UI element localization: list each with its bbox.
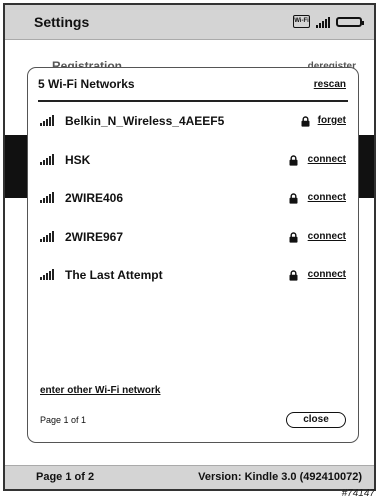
dialog-title: 5 Wi-Fi Networks (38, 77, 135, 91)
network-name[interactable]: HSK (65, 153, 90, 167)
network-row[interactable]: Belkin_N_Wireless_4AEEF5 forget (40, 112, 346, 132)
lock-icon (301, 116, 310, 127)
lock-icon (289, 270, 298, 281)
status-icons: Wi-Fi (293, 15, 364, 28)
title-bar: Settings Wi-Fi (5, 5, 374, 40)
dialog-divider (38, 100, 348, 102)
network-name[interactable]: The Last Attempt (65, 268, 163, 282)
network-name[interactable]: 2WIRE967 (65, 230, 123, 244)
dialog-page-info: Page 1 of 1 (40, 415, 87, 425)
footer-page-info: Page 1 of 2 (36, 471, 95, 483)
signal-icon (316, 16, 330, 28)
lock-icon (289, 193, 298, 204)
network-row[interactable]: The Last Attempt connect (40, 266, 346, 286)
footer-version: Version: Kindle 3.0 (492410072) (198, 471, 362, 483)
network-row[interactable]: 2WIRE406 connect (40, 189, 346, 209)
background-selection-left (5, 135, 29, 198)
network-row[interactable]: HSK connect (40, 151, 346, 171)
kindle-screen: Settings Wi-Fi Registration deregister 5… (3, 3, 376, 491)
signal-strength-icon (40, 231, 54, 242)
lock-icon (289, 155, 298, 166)
footer-bar: Page 1 of 2 Version: Kindle 3.0 (4924100… (5, 465, 374, 489)
enter-other-network-link[interactable]: enter other Wi-Fi network (40, 385, 160, 396)
connect-link[interactable]: connect (308, 154, 346, 165)
signal-strength-icon (40, 269, 54, 280)
network-name[interactable]: Belkin_N_Wireless_4AEEF5 (65, 114, 224, 128)
rescan-link[interactable]: rescan (314, 79, 346, 90)
signal-strength-icon (40, 192, 54, 203)
watermark-stamp: #74147 (341, 488, 375, 499)
wifi-icon: Wi-Fi (293, 15, 310, 28)
connect-link[interactable]: connect (308, 231, 346, 242)
close-button[interactable]: close (286, 412, 346, 428)
wifi-networks-dialog: 5 Wi-Fi Networks rescan Belkin_N_Wireles… (27, 67, 359, 443)
connect-link[interactable]: connect (308, 269, 346, 280)
forget-link[interactable]: forget (318, 115, 346, 126)
signal-strength-icon (40, 115, 54, 126)
network-row[interactable]: 2WIRE967 connect (40, 228, 346, 248)
connect-link[interactable]: connect (308, 192, 346, 203)
battery-icon (336, 16, 364, 27)
signal-strength-icon (40, 154, 54, 165)
page-title: Settings (34, 14, 90, 30)
lock-icon (289, 232, 298, 243)
network-name[interactable]: 2WIRE406 (65, 191, 123, 205)
